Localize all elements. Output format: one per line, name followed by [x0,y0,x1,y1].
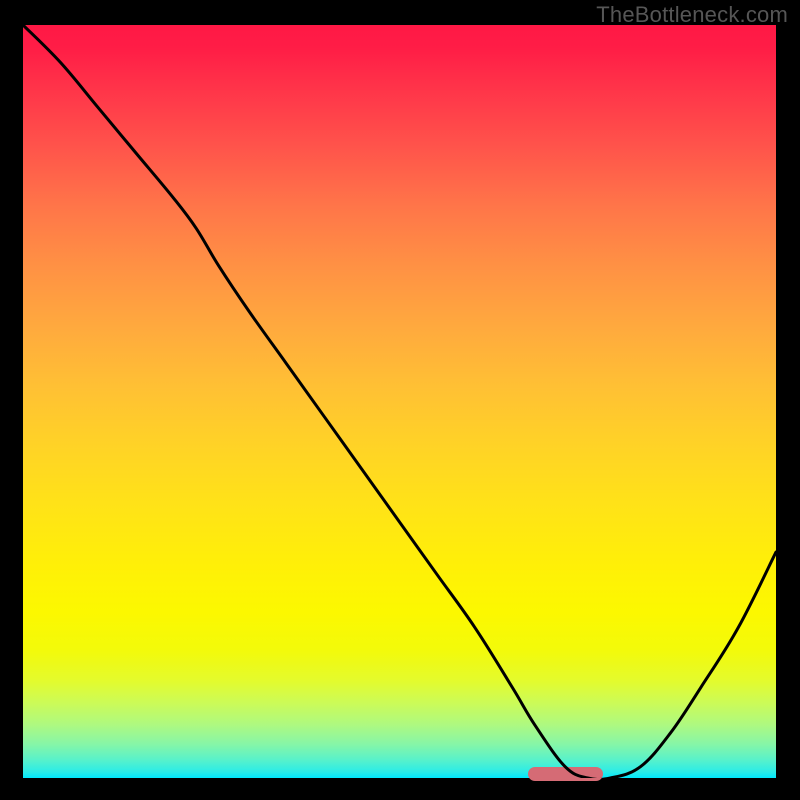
watermark-text: TheBottleneck.com [596,2,788,28]
bottleneck-curve-path [23,25,776,778]
chart-container: TheBottleneck.com [0,0,800,800]
plot-area [23,25,776,778]
curve-svg [23,25,776,778]
